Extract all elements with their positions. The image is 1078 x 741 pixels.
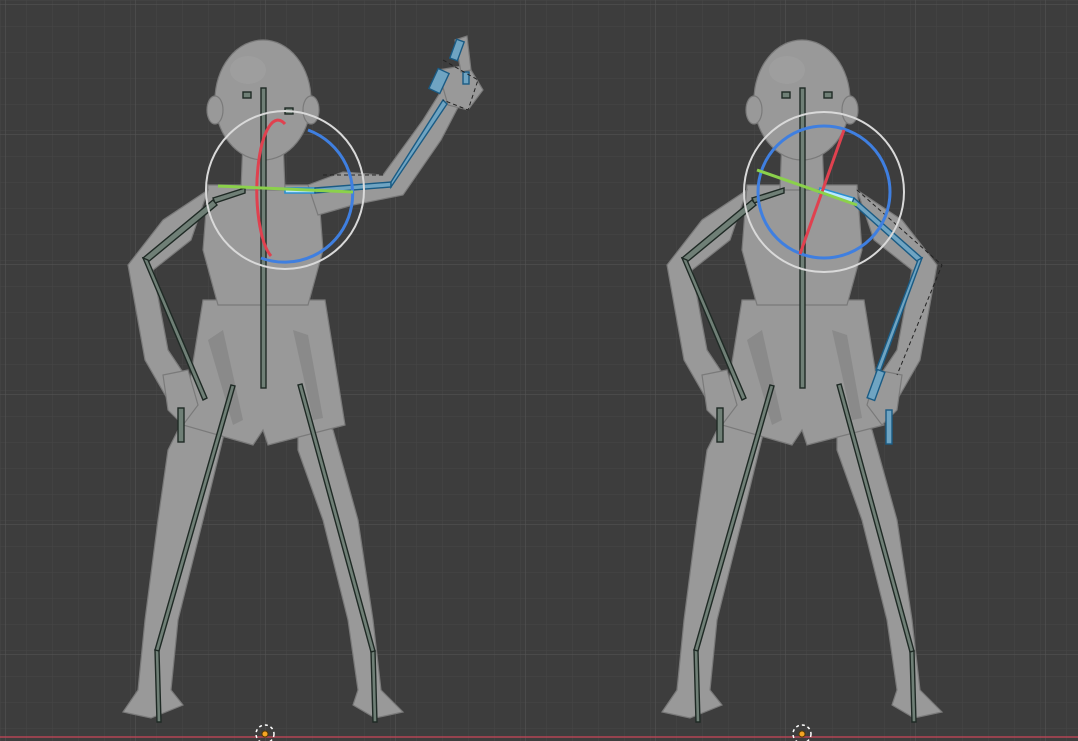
hand-bone-left[interactable] xyxy=(716,407,724,443)
object-origin-icon xyxy=(798,730,806,738)
eye-bone-left[interactable] xyxy=(781,91,791,99)
hand-bone-left[interactable] xyxy=(177,407,185,443)
eye-bone-right[interactable] xyxy=(823,91,833,99)
eye-bone-left[interactable] xyxy=(242,91,252,99)
object-origin-icon xyxy=(261,730,269,738)
finger-bone-right[interactable] xyxy=(885,409,893,445)
3d-viewport[interactable] xyxy=(0,0,1078,741)
